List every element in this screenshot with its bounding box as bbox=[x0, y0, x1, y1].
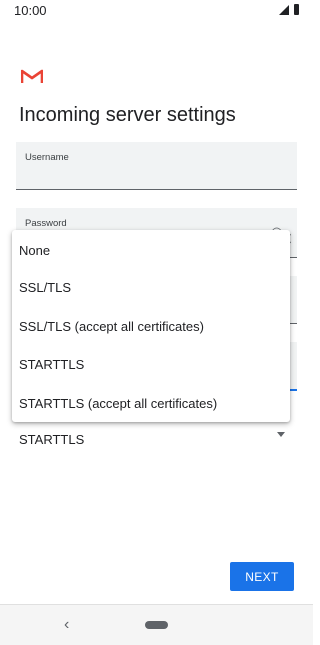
dropdown-option-starttls-accept-all[interactable]: STARTTLS (accept all certificates) bbox=[19, 396, 217, 411]
signal-icon bbox=[279, 5, 289, 15]
page-title: Incoming server settings bbox=[19, 104, 236, 126]
username-label: Username bbox=[25, 152, 69, 163]
gmail-logo bbox=[21, 69, 43, 83]
navigation-bar: ‹ bbox=[0, 604, 313, 645]
dropdown-option-starttls[interactable]: STARTTLS bbox=[19, 357, 84, 372]
dropdown-option-ssl-tls[interactable]: SSL/TLS bbox=[19, 280, 71, 295]
dropdown-option-none[interactable]: None bbox=[19, 243, 50, 258]
home-pill-icon[interactable] bbox=[145, 621, 168, 629]
next-button[interactable]: NEXT bbox=[230, 562, 294, 591]
password-label: Password bbox=[25, 218, 67, 229]
status-time: 10:00 bbox=[14, 3, 47, 18]
dropdown-option-ssl-tls-accept-all[interactable]: SSL/TLS (accept all certificates) bbox=[19, 319, 204, 334]
status-bar: 10:00 bbox=[0, 0, 313, 22]
security-type-dropdown-menu: None SSL/TLS SSL/TLS (accept all certifi… bbox=[12, 230, 290, 422]
security-type-value[interactable]: STARTTLS bbox=[19, 432, 84, 447]
battery-icon bbox=[294, 4, 299, 15]
dropdown-caret-icon[interactable] bbox=[277, 432, 285, 437]
username-field[interactable]: Username bbox=[16, 142, 297, 190]
back-icon[interactable]: ‹ bbox=[64, 616, 69, 634]
